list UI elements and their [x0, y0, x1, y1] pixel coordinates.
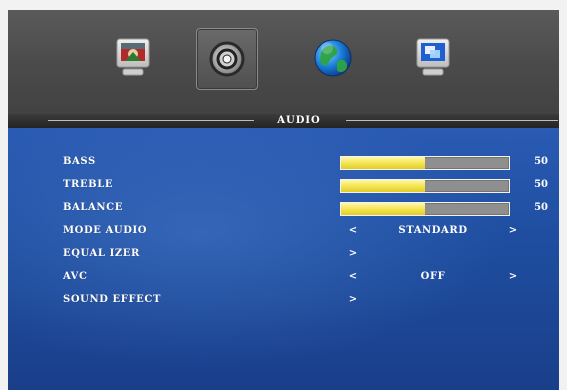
sound-effect-enter-arrow[interactable]: >: [345, 291, 361, 309]
menu-item-label: BALANCE: [63, 202, 123, 213]
menu-item-treble[interactable]: TREBLE 50: [63, 176, 553, 194]
menu-item-label: SOUND EFFECT: [63, 294, 161, 305]
mode-audio-right-arrow[interactable]: >: [505, 222, 521, 240]
balance-slider[interactable]: [340, 202, 510, 216]
bass-slider[interactable]: [340, 156, 510, 170]
speaker-icon: [209, 41, 245, 77]
menu-item-label: BASS: [63, 156, 96, 167]
audio-menu: BASS 50 TREBLE 50 BALANCE 50 MODE AUDIO …: [8, 128, 559, 390]
tab-audio[interactable]: [196, 28, 258, 90]
tab-picture[interactable]: [103, 28, 163, 88]
menu-item-label: TREBLE: [63, 179, 114, 190]
tab-option[interactable]: [403, 28, 463, 88]
menu-item-sound-effect[interactable]: SOUND EFFECT >: [63, 291, 553, 309]
osd-header: AUDIO: [8, 10, 559, 128]
avc-right-arrow[interactable]: >: [505, 268, 521, 286]
tab-title: AUDIO: [277, 115, 321, 126]
menu-item-mode-audio[interactable]: MODE AUDIO < STANDARD >: [63, 222, 553, 240]
globe-icon: [314, 39, 352, 77]
bass-slider-fill: [341, 157, 425, 169]
menu-item-label: EQUAL IZER: [63, 248, 140, 259]
picture-monitor-icon: [116, 38, 150, 76]
menu-item-label: MODE AUDIO: [63, 225, 148, 236]
windows-monitor-icon: [416, 38, 450, 76]
avc-left-arrow[interactable]: <: [345, 268, 361, 286]
avc-value: OFF: [420, 271, 446, 282]
mode-audio-left-arrow[interactable]: <: [345, 222, 361, 240]
treble-value: 50: [534, 179, 548, 190]
menu-item-equalizer[interactable]: EQUAL IZER >: [63, 245, 553, 263]
tab-title-divider-left: [48, 120, 254, 121]
balance-slider-fill: [341, 203, 425, 215]
treble-slider[interactable]: [340, 179, 510, 193]
treble-slider-fill: [341, 180, 425, 192]
equalizer-enter-arrow[interactable]: >: [345, 245, 361, 263]
mode-audio-value: STANDARD: [398, 225, 468, 236]
menu-item-avc[interactable]: AVC < OFF >: [63, 268, 553, 286]
tab-setup[interactable]: [303, 28, 363, 88]
menu-item-balance[interactable]: BALANCE 50: [63, 199, 553, 217]
tab-title-divider-right: [346, 120, 558, 121]
balance-value: 50: [534, 202, 548, 213]
bass-value: 50: [534, 156, 548, 167]
menu-item-label: AVC: [63, 271, 88, 282]
osd-frame: AUDIO BASS 50 TREBLE 50 BALANCE 50 MODE …: [8, 10, 559, 390]
menu-item-bass[interactable]: BASS 50: [63, 153, 553, 171]
